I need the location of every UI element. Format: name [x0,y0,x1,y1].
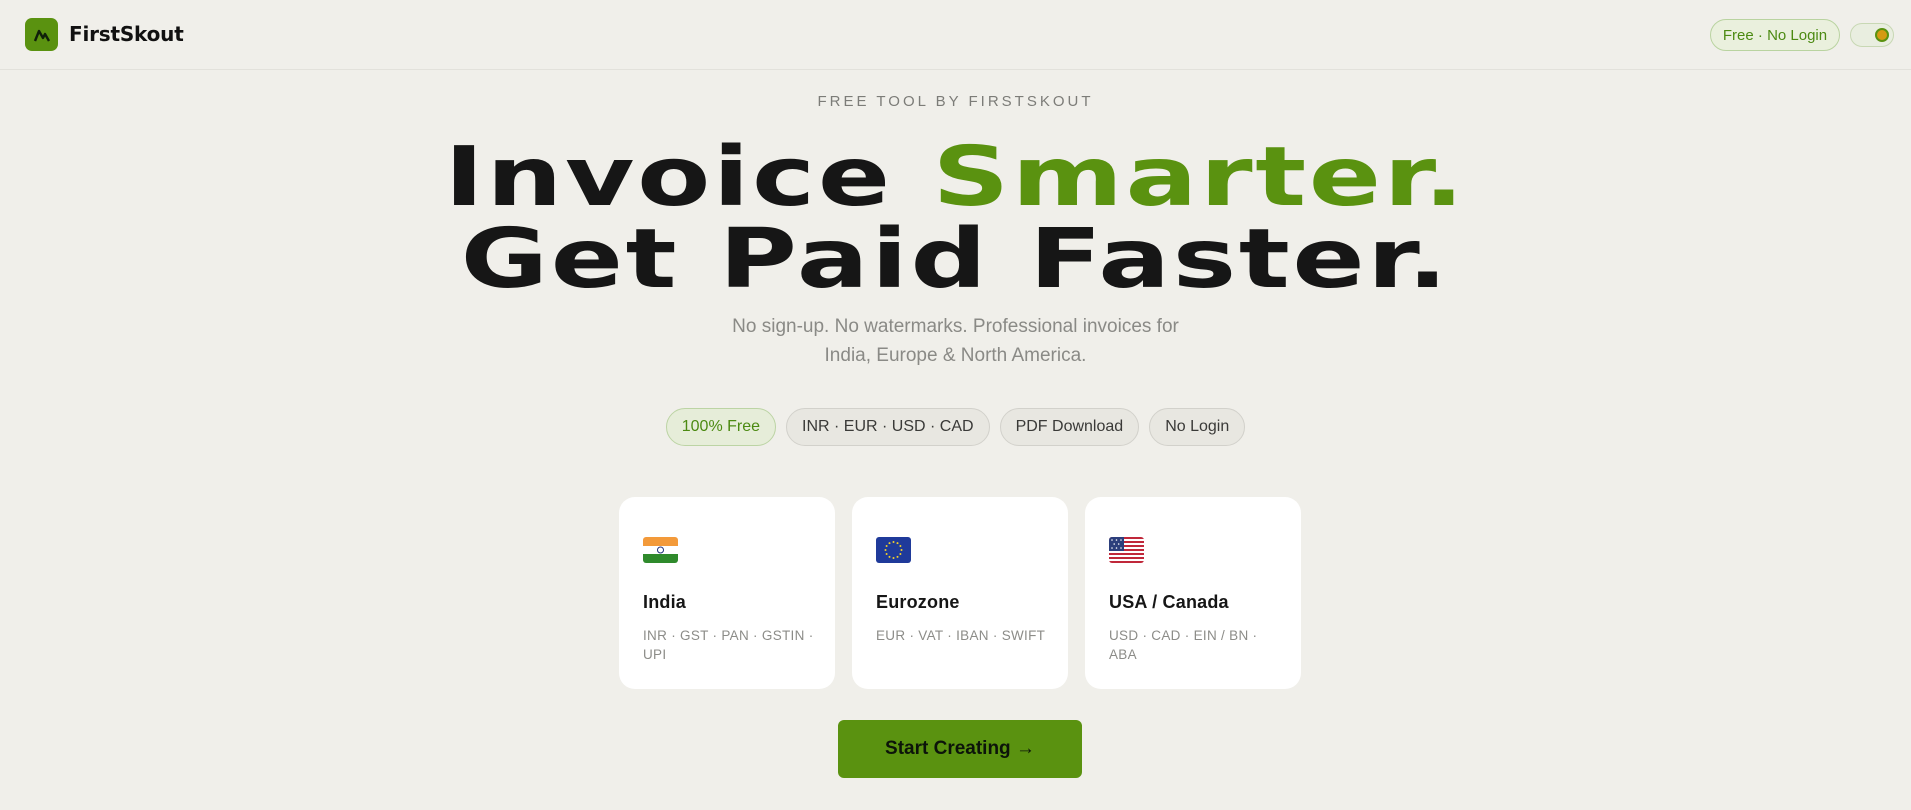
chip-pdf-download: PDF Download [999,408,1140,446]
region-details: INR · GST · PAN · GSTIN · UPI [643,628,814,662]
region-title: India [643,592,687,612]
eu-flag-icon [876,537,911,563]
toggle-knob [1875,28,1889,42]
top-bar: FirstSkout Free · No Login [0,0,1911,70]
chip-currencies: INR · EUR · USD · CAD [786,408,990,446]
chip-no-login: No Login [1149,408,1246,446]
region-card-eurozone[interactable]: Eurozone EUR · VAT · IBAN · SWIFT [852,497,1068,689]
headline-plain: Invoice [444,130,933,225]
headline-accent: Smarter. [932,130,1467,225]
hero-subtitle: No sign-up. No watermarks. Professional … [0,312,1911,370]
headline-line-2: Get Paid Faster. [460,212,1451,307]
india-flag-icon [643,537,678,563]
brand-name[interactable]: FirstSkout [69,22,184,46]
chip-free: 100% Free [665,408,777,446]
region-card-usa-canada[interactable]: USA / Canada USD · CAD · EIN / BN · ABA [1085,497,1301,689]
region-details: USD · CAD · EIN / BN · ABA [1109,628,1258,662]
free-no-login-badge: Free · No Login [1710,19,1840,51]
subtitle-line-1: No sign-up. No watermarks. Professional … [732,316,1179,337]
start-creating-button[interactable]: Start Creating → [838,720,1082,778]
region-title: USA / Canada [1109,592,1229,612]
theme-toggle-icon[interactable] [1850,23,1894,47]
usa-flag-icon [1109,537,1144,563]
subtitle-line-2: India, Europe & North America. [824,345,1087,366]
region-title: Eurozone [876,592,960,612]
region-card-india[interactable]: India INR · GST · PAN · GSTIN · UPI [619,497,835,689]
eyebrow-label: FREE TOOL BY FIRSTSKOUT [817,93,1094,110]
feature-chips: 100% Free INR · EUR · USD · CAD PDF Down… [0,408,1911,446]
headline-line-1: Invoice Smarter. [0,137,1911,219]
mountain-peak-icon[interactable] [25,18,58,51]
region-details: EUR · VAT · IBAN · SWIFT [876,628,1046,643]
